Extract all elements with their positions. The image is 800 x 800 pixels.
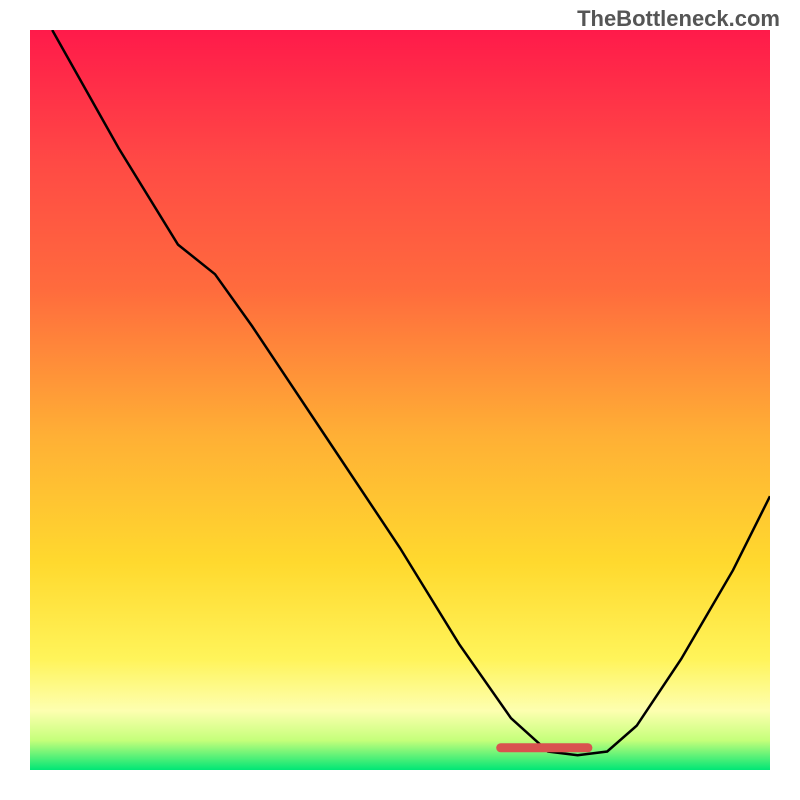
chart-svg (30, 30, 770, 770)
watermark-text: TheBottleneck.com (577, 6, 780, 32)
chart-container (30, 30, 770, 770)
gradient-background (30, 30, 770, 770)
optimal-range-marker (496, 743, 592, 752)
